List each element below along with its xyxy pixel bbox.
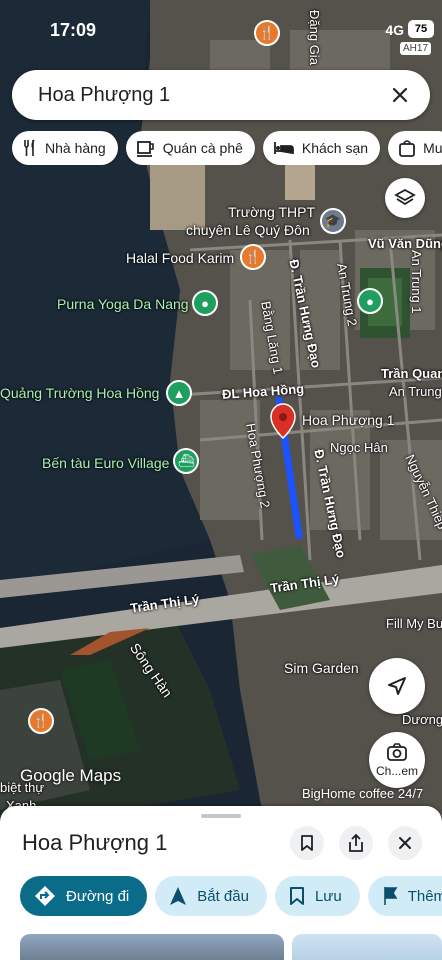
halal-poi-icon[interactable]: 🍴 xyxy=(240,244,266,270)
lens-button[interactable]: Ch...em xyxy=(369,732,425,788)
search-query[interactable]: Hoa Phượng 1 xyxy=(38,84,388,107)
status-time: 17:09 xyxy=(50,20,97,40)
square-label: Quảng Trường Hoa Hồng xyxy=(0,385,160,401)
chip-cafes[interactable]: Quán cà phê xyxy=(125,131,255,165)
place-label-sim-garden: Sim Garden xyxy=(284,660,359,676)
fork-knife-icon xyxy=(22,139,38,157)
map-attribution: BigHome coffee 24/7 xyxy=(302,786,424,801)
pier-label: Bến tàu Euro Village xyxy=(42,455,170,471)
close-icon xyxy=(399,837,411,849)
network-indicator: 4G xyxy=(385,22,404,38)
ferry-poi-icon[interactable]: ⛴ xyxy=(173,448,199,474)
navigation-arrow-icon xyxy=(388,677,406,695)
school-label-line2: chuyên Lê Quý Đôn xyxy=(186,222,310,238)
directions-icon xyxy=(34,885,56,907)
photo-strip xyxy=(20,934,442,960)
coffee-cup-icon xyxy=(136,139,156,157)
flag-icon xyxy=(382,886,398,906)
shopping-bag-icon xyxy=(398,139,416,157)
street-label-tran-quang: Trần Quan xyxy=(381,366,442,381)
school-poi-icon[interactable]: 🎓 xyxy=(320,208,346,234)
yoga-poi-icon[interactable]: ● xyxy=(192,290,218,316)
category-chips: Nhà hàng Quán cà phê Khách sạn Mu xyxy=(12,131,442,165)
chip-label: Khách sạn xyxy=(301,140,369,156)
place-photo[interactable] xyxy=(20,934,284,960)
clear-search-button[interactable] xyxy=(388,83,412,107)
save-label: Lưu xyxy=(314,887,342,905)
my-location-button[interactable] xyxy=(369,658,425,714)
share-button[interactable] xyxy=(339,826,373,860)
drag-handle[interactable] xyxy=(201,814,241,818)
place-title: Hoa Phượng 1 xyxy=(22,830,168,855)
camera-icon xyxy=(387,743,407,761)
add-label: Thêm xyxy=(407,887,442,905)
street-label-ngoc-han: Ngọc Hân xyxy=(330,440,388,455)
bookmark-icon xyxy=(301,835,313,851)
destination-label: Hoa Phượng 1 xyxy=(302,412,395,428)
navigation-arrow-icon xyxy=(169,886,187,906)
place-actions: Đường đi Bắt đầu Lưu Thêm xyxy=(20,876,442,916)
street-label-vu-van-dung: Vũ Văn Dũng xyxy=(368,236,442,251)
search-bar[interactable]: Hoa Phượng 1 xyxy=(12,70,430,120)
park-poi-icon[interactable]: ▲ xyxy=(166,380,192,406)
chip-label: Mu xyxy=(423,140,442,156)
close-icon xyxy=(392,87,408,103)
close-sheet-button[interactable] xyxy=(388,826,422,860)
halal-label: Halal Food Karim xyxy=(126,250,235,266)
street-label-an-trung: An Trung xyxy=(389,384,442,399)
yoga-label: Purna Yoga Da Nang xyxy=(57,296,189,312)
chip-shopping[interactable]: Mu xyxy=(388,131,442,165)
google-maps-logo: Google Maps xyxy=(20,766,122,785)
start-button[interactable]: Bắt đầu xyxy=(155,876,267,916)
layers-icon xyxy=(394,188,416,206)
stadium-poi-icon[interactable]: ● xyxy=(357,288,383,314)
start-label: Bắt đầu xyxy=(197,887,249,905)
place-label-duong: Dương xyxy=(402,712,442,727)
school-label-line1: Trường THPT xyxy=(228,204,316,220)
place-sheet[interactable]: Hoa Phượng 1 Đường đi Bắt đầu Lưu Thêm xyxy=(0,806,442,960)
chip-restaurants[interactable]: Nhà hàng xyxy=(12,131,118,165)
street-label-an-trung-1: An Trung 1 xyxy=(409,250,424,314)
chip-label: Quán cà phê xyxy=(162,140,243,156)
place-photo[interactable] xyxy=(292,934,442,960)
layers-button[interactable] xyxy=(385,178,425,218)
food-poi-icon[interactable]: 🍴 xyxy=(28,708,54,734)
chip-label: Nhà hàng xyxy=(45,140,106,156)
share-icon xyxy=(349,833,363,852)
add-button[interactable]: Thêm xyxy=(367,876,442,916)
directions-button[interactable]: Đường đi xyxy=(20,876,148,916)
directions-label: Đường đi xyxy=(66,887,130,905)
save-button[interactable]: Lưu xyxy=(274,876,360,916)
chip-hotels[interactable]: Khách sạn xyxy=(262,131,381,165)
status-bar: 17:09 4G 75 xyxy=(0,0,442,58)
battery-indicator: 75 xyxy=(408,20,434,38)
lens-label: Ch...em xyxy=(375,764,418,778)
bookmark-icon xyxy=(289,886,305,906)
save-icon-button[interactable] xyxy=(290,826,324,860)
bed-icon xyxy=(273,140,295,156)
place-label-fill-my: Fill My Bu xyxy=(386,616,442,631)
